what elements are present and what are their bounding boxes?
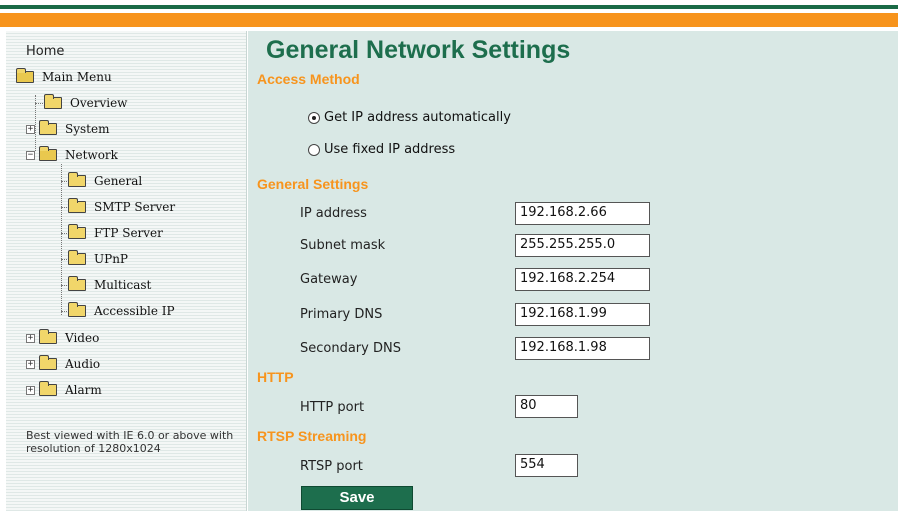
expand-icon[interactable]: + — [26, 124, 35, 134]
rtsp-port-label: RTSP port — [300, 459, 363, 474]
main-panel: General Network Settings Access Method G… — [248, 31, 898, 511]
section-rtsp-streaming: RTSP Streaming — [257, 428, 367, 444]
tree-item-ftp-server[interactable]: FTP Server — [68, 224, 163, 242]
section-http: HTTP — [257, 369, 294, 385]
radio-unchecked-icon[interactable] — [308, 143, 320, 156]
primary-dns-label: Primary DNS — [300, 307, 383, 322]
tree-label: General — [94, 174, 143, 188]
tree-item-general[interactable]: General — [68, 172, 142, 190]
tree-label: Alarm — [65, 383, 102, 397]
tree-label: UPnP — [94, 252, 128, 266]
radio-checked-icon[interactable] — [308, 111, 320, 124]
folder-icon — [68, 250, 86, 265]
folder-icon — [68, 302, 86, 317]
tree-label: Multicast — [94, 278, 152, 292]
folder-icon — [39, 329, 57, 344]
page-title: General Network Settings — [266, 36, 571, 64]
tree-label: Network — [65, 148, 118, 162]
folder-open-icon — [39, 146, 57, 161]
folder-open-icon — [16, 68, 34, 83]
tree-label: Main Menu — [42, 70, 112, 84]
tree-item-accessible-ip[interactable]: Accessible IP — [68, 302, 175, 320]
tree-item-system[interactable]: + System — [26, 120, 109, 138]
home-link[interactable]: Home — [26, 44, 64, 59]
tree-line — [61, 164, 62, 315]
http-port-label: HTTP port — [300, 400, 365, 415]
ip-address-field[interactable]: 192.168.2.66 — [515, 202, 650, 225]
tree-item-alarm[interactable]: + Alarm — [26, 381, 102, 399]
collapse-icon[interactable]: − — [26, 150, 35, 160]
subnet-mask-field[interactable]: 255.255.255.0 — [515, 234, 650, 257]
tree-label: Video — [65, 331, 100, 345]
tree-item-overview[interactable]: Overview — [44, 94, 127, 112]
tree-label: FTP Server — [94, 226, 163, 240]
folder-icon — [39, 120, 57, 135]
sidebar: Home Main Menu Overview + System − Netwo… — [6, 31, 247, 511]
folder-icon — [68, 172, 86, 187]
secondary-dns-label: Secondary DNS — [300, 341, 401, 356]
gateway-field[interactable]: 192.168.2.254 — [515, 268, 650, 291]
top-green-bar — [0, 5, 898, 9]
tree-label: Audio — [65, 357, 101, 371]
tree-item-network[interactable]: − Network — [26, 146, 118, 164]
folder-icon — [39, 381, 57, 396]
browser-note: Best viewed with IE 6.0 or above with re… — [26, 429, 234, 455]
tree-item-video[interactable]: + Video — [26, 329, 99, 347]
secondary-dns-field[interactable]: 192.168.1.98 — [515, 337, 650, 360]
folder-icon — [68, 224, 86, 239]
tree-item-main-menu[interactable]: Main Menu — [16, 68, 112, 86]
expand-icon[interactable]: + — [26, 359, 35, 369]
radio-label: Use fixed IP address — [324, 142, 456, 157]
tree-item-multicast[interactable]: Multicast — [68, 276, 151, 294]
folder-icon — [68, 198, 86, 213]
ip-address-label: IP address — [300, 206, 367, 221]
top-orange-bar — [0, 13, 898, 27]
tree-item-upnp[interactable]: UPnP — [68, 250, 128, 268]
radio-label: Get IP address automatically — [324, 110, 511, 125]
primary-dns-field[interactable]: 192.168.1.99 — [515, 303, 650, 326]
folder-icon — [68, 276, 86, 291]
tree-label: Accessible IP — [94, 304, 175, 318]
folder-icon — [39, 355, 57, 370]
radio-use-fixed-ip[interactable]: Use fixed IP address — [308, 142, 455, 157]
http-port-field[interactable]: 80 — [515, 395, 578, 418]
tree-item-smtp-server[interactable]: SMTP Server — [68, 198, 175, 216]
tree-label: System — [65, 122, 110, 136]
folder-icon — [44, 94, 62, 109]
section-general-settings: General Settings — [257, 176, 369, 192]
tree-label: SMTP Server — [94, 200, 176, 214]
save-button[interactable]: Save — [301, 486, 413, 510]
section-access-method: Access Method — [257, 71, 360, 87]
tree-item-audio[interactable]: + Audio — [26, 355, 100, 373]
radio-get-ip-auto[interactable]: Get IP address automatically — [308, 110, 511, 125]
expand-icon[interactable]: + — [26, 333, 35, 343]
rtsp-port-field[interactable]: 554 — [515, 454, 578, 477]
subnet-mask-label: Subnet mask — [300, 238, 386, 253]
gateway-label: Gateway — [300, 272, 358, 287]
tree-label: Overview — [70, 96, 128, 110]
expand-icon[interactable]: + — [26, 385, 35, 395]
